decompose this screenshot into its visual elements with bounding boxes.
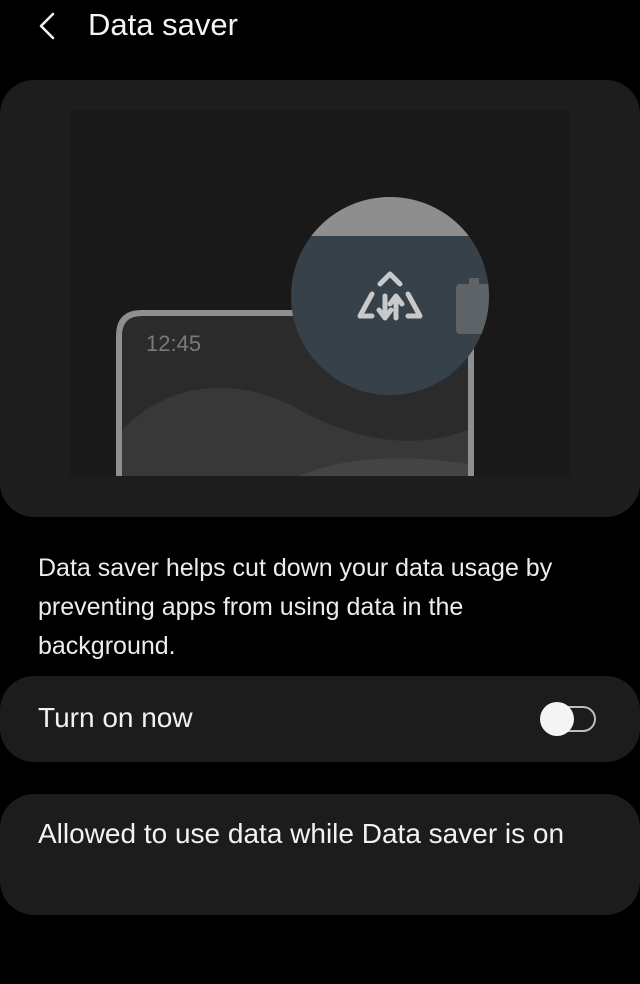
description-text: Data saver helps cut down your data usag…: [38, 554, 553, 660]
page-title: Data saver: [88, 7, 238, 42]
chevron-left-icon: [39, 12, 55, 40]
clock-time: 12:45: [146, 331, 201, 356]
app-bar: Data saver: [0, 0, 640, 52]
turn-on-now-switch[interactable]: [540, 702, 598, 736]
turn-on-now-label: Turn on now: [38, 702, 193, 733]
turn-on-now-row[interactable]: Turn on now: [0, 676, 640, 762]
allowed-apps-label: Allowed to use data while Data saver is …: [38, 818, 565, 849]
data-saver-illustration: 12:45: [70, 110, 570, 476]
allowed-apps-row[interactable]: Allowed to use data while Data saver is …: [0, 794, 640, 915]
switch-thumb: [540, 702, 574, 736]
back-button[interactable]: [30, 6, 64, 46]
illustration-card: 12:45: [0, 80, 640, 517]
